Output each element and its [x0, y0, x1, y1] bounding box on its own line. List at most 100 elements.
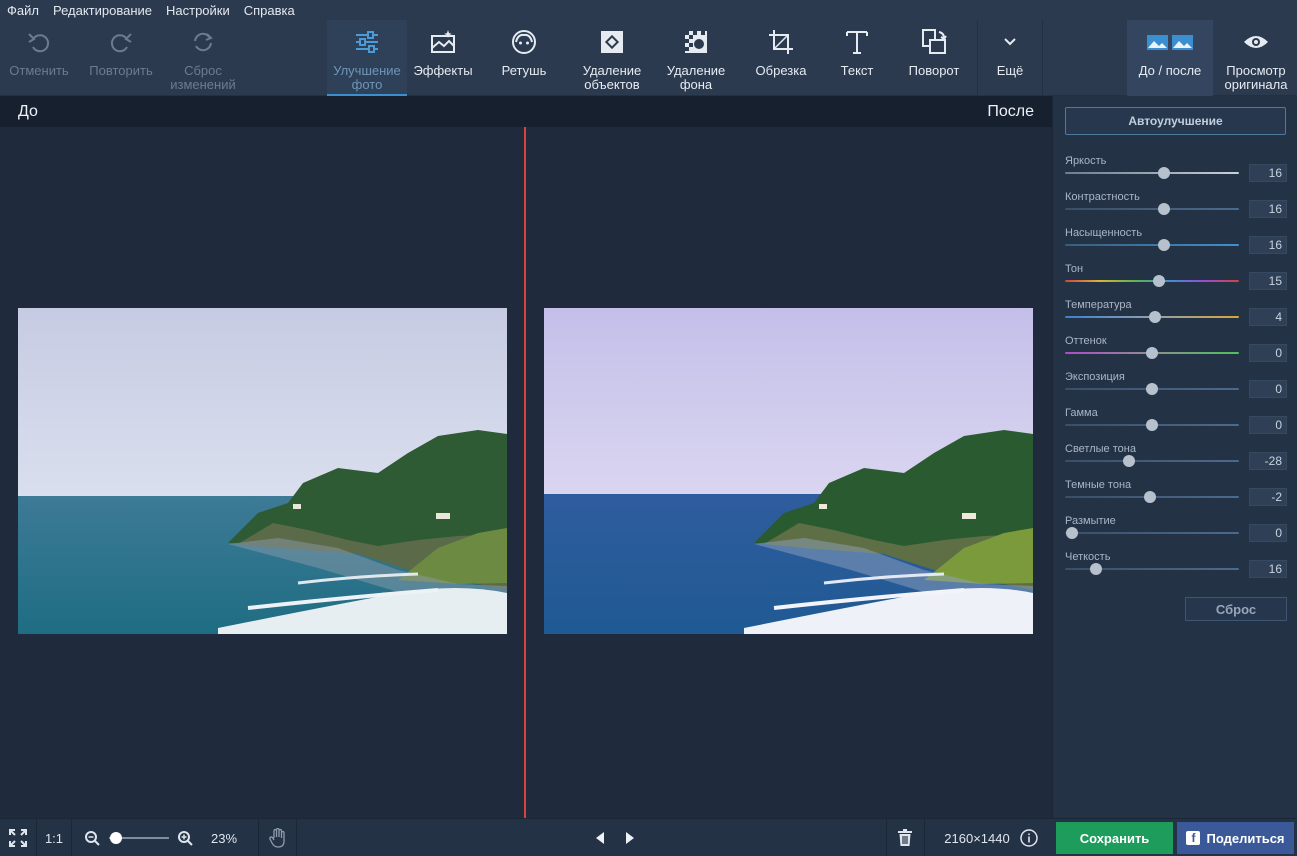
fullscreen-icon	[9, 829, 27, 847]
slider-exposure[interactable]: Экспозиция 0	[1065, 371, 1287, 407]
tab-effects[interactable]: Эффекты	[408, 20, 478, 96]
slider-value-field[interactable]: 16	[1249, 164, 1287, 182]
zoom-knob[interactable]	[110, 832, 123, 844]
menu-help[interactable]: Справка	[237, 3, 302, 18]
slider-value-field[interactable]: -28	[1249, 452, 1287, 470]
previous-image-button[interactable]	[588, 819, 612, 856]
slider-track[interactable]	[1065, 244, 1239, 246]
slider-knob[interactable]	[1146, 419, 1158, 431]
divider	[296, 819, 297, 856]
actual-size-button[interactable]: 1:1	[37, 819, 71, 856]
auto-enhance-button[interactable]: Автоулучшение	[1065, 107, 1286, 135]
slider-value-field[interactable]: 16	[1249, 236, 1287, 254]
zoom-slider[interactable]	[108, 819, 170, 856]
slider-value-field[interactable]: 15	[1249, 272, 1287, 290]
slider-knob[interactable]	[1149, 311, 1162, 323]
slider-sharpness[interactable]: Четкость 16	[1065, 551, 1287, 587]
slider-track[interactable]	[1065, 460, 1239, 462]
tab-rotate[interactable]: Поворот	[898, 20, 970, 96]
redo-icon	[108, 20, 134, 64]
text-icon	[844, 20, 870, 64]
slider-value-field[interactable]: -2	[1249, 488, 1287, 506]
slider-knob[interactable]	[1152, 275, 1165, 287]
compare-header: До После	[0, 96, 1052, 127]
photo-editor-window: Файл Редактирование Настройки Справка От…	[0, 0, 1297, 856]
slider-value-field[interactable]: 0	[1249, 416, 1287, 434]
slider-knob[interactable]	[1146, 347, 1158, 359]
slider-brightness[interactable]: Яркость 16	[1065, 155, 1287, 191]
divider	[886, 819, 887, 856]
slider-value-field[interactable]: 16	[1249, 200, 1287, 218]
reset-icon	[190, 20, 216, 64]
slider-value-field[interactable]: 16	[1249, 560, 1287, 578]
slider-knob[interactable]	[1158, 239, 1171, 251]
pan-tool-button[interactable]	[260, 819, 296, 856]
tab-retouch[interactable]: Ретушь	[485, 20, 563, 96]
zoom-out-button[interactable]	[82, 819, 102, 856]
tab-remove-background[interactable]: Удаление фона	[656, 20, 736, 96]
reset-changes-button[interactable]: Сброс изменений	[162, 20, 244, 96]
slider-label: Температура	[1065, 299, 1132, 311]
tab-remove-objects[interactable]: Удаление объектов	[572, 20, 652, 96]
next-image-button[interactable]	[618, 819, 642, 856]
reset-button[interactable]: Сброс	[1185, 597, 1287, 621]
slider-knob[interactable]	[1158, 203, 1171, 215]
view-original-label: Просмотр оригинала	[1224, 63, 1288, 92]
menu-settings[interactable]: Настройки	[159, 3, 237, 18]
share-label: Поделиться	[1206, 830, 1285, 846]
slider-saturation[interactable]: Насыщенность 16	[1065, 227, 1287, 263]
slider-contrast[interactable]: Контрастность 16	[1065, 191, 1287, 227]
slider-track[interactable]	[1065, 172, 1239, 174]
before-after-button[interactable]: До / после	[1127, 20, 1213, 96]
slider-knob[interactable]	[1090, 563, 1103, 575]
tab-more[interactable]: Ещё	[978, 20, 1042, 96]
fit-to-screen-button[interactable]	[0, 819, 36, 856]
slider-highlights[interactable]: Светлые тона -28	[1065, 443, 1287, 479]
tab-more-label: Ещё	[996, 63, 1024, 78]
tab-crop[interactable]: Обрезка	[745, 20, 817, 96]
slider-label: Яркость	[1065, 155, 1107, 167]
slider-track[interactable]	[1065, 208, 1239, 210]
slider-knob[interactable]	[1146, 383, 1158, 395]
slider-hue[interactable]: Тон 15	[1065, 263, 1287, 299]
save-button[interactable]: Сохранить	[1056, 822, 1173, 854]
slider-value-field[interactable]: 4	[1249, 308, 1287, 326]
slider-track[interactable]	[1065, 532, 1239, 534]
view-original-button[interactable]: Просмотр оригинала	[1215, 20, 1297, 96]
slider-knob[interactable]	[1123, 455, 1136, 467]
slider-temperature[interactable]: Температура 4	[1065, 299, 1287, 335]
slider-label: Гамма	[1065, 407, 1098, 419]
tab-effects-label: Эффекты	[413, 63, 473, 78]
undo-button[interactable]: Отменить	[0, 20, 78, 96]
image-canvas[interactable]	[0, 127, 1052, 818]
slider-gamma[interactable]: Гамма 0	[1065, 407, 1287, 443]
tab-remove-background-label: Удаление фона	[666, 63, 726, 92]
slider-label: Размытие	[1065, 515, 1116, 527]
slider-tint[interactable]: Оттенок 0	[1065, 335, 1287, 371]
slider-knob[interactable]	[1158, 167, 1171, 179]
menu-edit[interactable]: Редактирование	[46, 3, 159, 18]
slider-value-field[interactable]: 0	[1249, 380, 1287, 398]
delete-button[interactable]	[890, 819, 920, 856]
slider-blur[interactable]: Размытие 0	[1065, 515, 1287, 551]
status-bar: 1:1 23% 2160×1440 Сохранить f Поделиться	[0, 818, 1297, 856]
compare-divider-handle[interactable]	[524, 127, 526, 818]
image-info-button[interactable]	[1018, 819, 1040, 856]
menu-file[interactable]: Файл	[0, 3, 46, 18]
effects-icon	[429, 20, 457, 64]
slider-knob[interactable]	[1144, 491, 1157, 503]
zoom-in-button[interactable]	[175, 819, 195, 856]
slider-shadows[interactable]: Темные тона -2	[1065, 479, 1287, 515]
slider-value-field[interactable]: 0	[1249, 524, 1287, 542]
zoom-level-text: 23%	[210, 830, 238, 846]
tab-text[interactable]: Текст	[822, 20, 892, 96]
slider-value-field[interactable]: 0	[1249, 344, 1287, 362]
divider	[924, 819, 925, 856]
redo-button[interactable]: Повторить	[80, 20, 162, 96]
facebook-icon: f	[1186, 831, 1201, 845]
remove-background-icon	[683, 20, 709, 64]
share-button[interactable]: f Поделиться	[1177, 822, 1294, 854]
slider-label: Оттенок	[1065, 335, 1107, 347]
tab-enhance[interactable]: Улучшение фото	[327, 20, 407, 96]
slider-knob[interactable]	[1065, 527, 1078, 539]
